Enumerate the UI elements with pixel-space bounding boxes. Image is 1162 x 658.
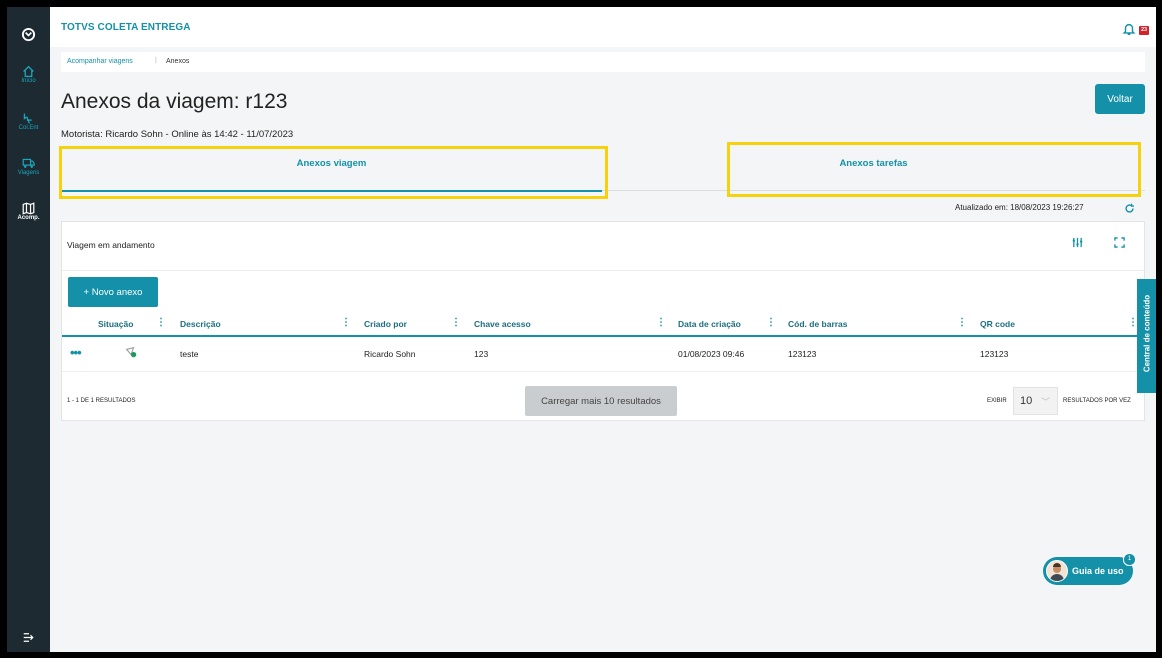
cell-data-criacao: 01/08/2023 09:46 [678,349,745,359]
page-size-value: 10 [1020,395,1033,407]
column-menu-icon[interactable]: ⋮ [766,317,776,328]
driver-info: Motorista: Ricardo Sohn - Online às 14:4… [61,129,294,140]
row-actions-icon[interactable]: ••• [70,345,82,360]
table-header: Situação ⋮ Descrição ⋮ Criado por ⋮ Chav… [62,313,1144,337]
home-icon [23,65,34,78]
sidebar: Início Col.Ent Viagens Acomp. [7,7,50,652]
bell-icon[interactable] [1122,22,1136,36]
attachment-status-icon [125,346,137,358]
load-more-button[interactable]: Carregar mais 10 resultados [525,386,677,416]
fullscreen-icon[interactable] [1114,237,1125,248]
column-header[interactable]: Cód. de barras [788,319,848,329]
column-header[interactable]: Chave acesso [474,319,531,329]
column-menu-icon[interactable]: ⋮ [156,317,166,328]
column-header[interactable]: Descrição [180,319,221,329]
attachments-card: Viagem em andamento + Novo anexo Situaçã… [61,221,1145,421]
column-menu-icon[interactable]: ⋮ [451,317,461,328]
collapse-sidebar-button[interactable] [7,632,50,643]
column-header[interactable]: Criado por [364,319,407,329]
updated-timestamp: Atualizado em: 18/08/2023 19:26:27 [955,203,1084,212]
highlight-tab-anexos-tarefas [727,142,1141,197]
back-button[interactable]: Voltar [1095,84,1145,114]
map-icon [22,202,35,215]
column-menu-icon[interactable]: ⋮ [341,317,351,328]
collapse-icon [23,633,34,642]
column-header[interactable]: Situação [98,319,133,329]
new-attachment-button[interactable]: + Novo anexo [68,277,158,307]
main-content: TOTVS COLETA ENTREGA 23 Acompanhar viage… [50,7,1156,652]
sidebar-item-label: Acomp. [17,215,40,221]
package-icon [23,113,32,124]
guide-label: Guia de uso [1072,566,1124,576]
user-guide-button[interactable]: Guia de uso [1043,557,1133,585]
divider [62,270,1144,271]
column-menu-icon[interactable]: ⋮ [656,317,666,328]
content-center-tab[interactable]: Central de conteúdo [1137,279,1156,393]
cell-chave-acesso: 123 [474,349,489,359]
top-bar: TOTVS COLETA ENTREGA 23 [50,7,1156,47]
highlight-tab-anexos-viagem [59,146,608,199]
cell-criado-por: Ricardo Sohn [364,349,416,359]
chevron-down-icon: ﹀ [1041,397,1051,407]
sidebar-item-label: Viagens [17,170,40,176]
breadcrumb: Acompanhar viagens | Anexos [61,52,1145,72]
sidebar-item-inicio[interactable]: Início [7,65,50,84]
sidebar-item-viagens[interactable]: Viagens [7,157,50,176]
logo-icon [21,27,36,42]
app-window: Início Col.Ent Viagens Acomp. TOTVS COLE… [7,7,1156,652]
app-logo[interactable] [7,27,50,42]
results-count: 1 - 1 DE 1 RESULTADOS [67,398,136,404]
refresh-icon[interactable] [1124,203,1135,214]
truck-icon [22,158,35,168]
cell-qr-code: 123123 [980,349,1009,359]
sidebar-item-acomp[interactable]: Acomp. [7,202,50,221]
cell-descricao: teste [180,349,199,359]
guide-avatar [1046,560,1068,582]
column-header[interactable]: Data de criação [678,319,741,329]
per-page-label: RESULTADOS POR VEZ [1063,398,1131,404]
page-title: Anexos da viagem: r123 [61,90,288,113]
sidebar-item-colent[interactable]: Col.Ent [7,112,50,131]
breadcrumb-separator: | [155,57,157,64]
sidebar-item-label: Início [21,78,36,84]
breadcrumb-link-acompanhar[interactable]: Acompanhar viagens [67,58,133,65]
card-title: Viagem em andamento [67,240,155,250]
column-header[interactable]: QR code [980,319,1015,329]
sidebar-item-label: Col.Ent [18,125,39,131]
filter-columns-icon[interactable] [1072,237,1083,248]
column-menu-icon[interactable]: ⋮ [957,317,967,328]
page-size-select[interactable]: 10 ﹀ [1013,387,1058,415]
table-row: ••• teste Ricardo Sohn 123 01/08/2023 09… [62,339,1144,372]
cell-cod-barras: 123123 [788,349,817,359]
show-label: EXIBIR [987,398,1007,404]
notification-badge: 23 [1139,26,1149,35]
breadcrumb-current: Anexos [166,58,190,65]
content-center-label: Central de conteúdo [1142,294,1152,373]
app-title: TOTVS COLETA ENTREGA [61,22,191,33]
guide-badge: 1 [1123,553,1136,566]
